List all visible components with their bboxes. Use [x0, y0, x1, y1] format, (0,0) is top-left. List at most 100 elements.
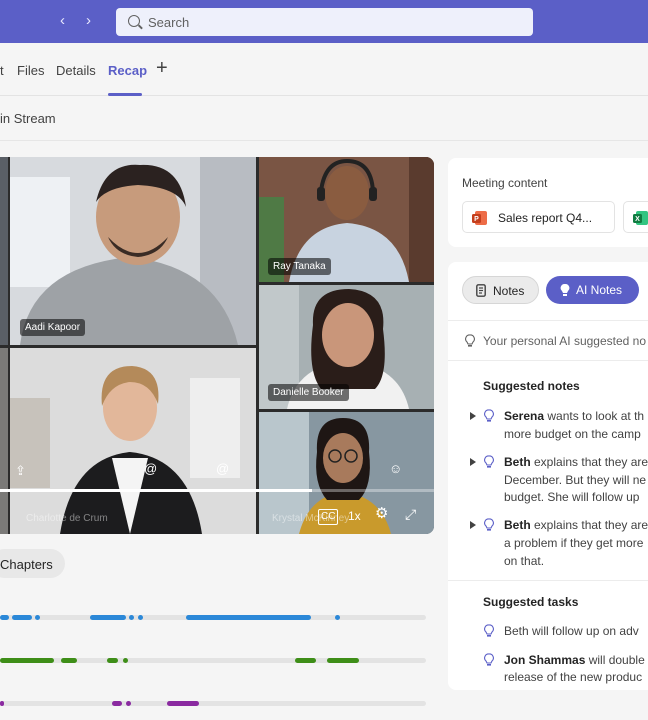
timeline-segment [61, 658, 77, 663]
divider [448, 320, 648, 321]
note-text: explains that they are [530, 455, 648, 469]
ai-notes-tab-label: AI Notes [576, 283, 623, 297]
tab-files[interactable]: Files [17, 63, 44, 78]
suggested-note-line: on that. [504, 554, 545, 568]
lightbulb-icon [484, 409, 494, 422]
playback-speed-button[interactable]: 1x [348, 509, 361, 523]
lightbulb-icon [484, 455, 494, 468]
timeline-segment [112, 701, 122, 706]
suggested-note-line: more budget on the camp [504, 427, 641, 441]
speaker-name: Beth [504, 455, 531, 469]
timeline-segment [0, 701, 4, 706]
suggested-note-line: December. But they will ne [504, 473, 647, 487]
mention-icon[interactable]: @ [144, 462, 157, 476]
lightbulb-icon [484, 518, 494, 531]
tab-details[interactable]: Details [56, 63, 96, 78]
timeline-segment [123, 658, 128, 663]
notes-tab-label: Notes [493, 284, 525, 298]
svg-text:X: X [635, 216, 640, 223]
timeline-segment [35, 615, 40, 620]
task-text: will double [585, 653, 645, 667]
expand-chevron-icon[interactable] [470, 521, 476, 529]
note-text: wants to look at th [544, 409, 645, 423]
timeline-segment [0, 658, 54, 663]
playback-progress-bar[interactable] [0, 489, 434, 492]
lightbulb-icon [560, 283, 570, 296]
timeline-segment [295, 658, 316, 663]
speaker-timeline-blue[interactable] [0, 615, 426, 620]
meeting-content-title: Meeting content [462, 176, 548, 190]
video-tile-left-top [0, 157, 8, 345]
speaker-name: Jon Shammas [504, 653, 586, 667]
suggested-tasks-title: Suggested tasks [483, 595, 579, 609]
suggested-note-line[interactable]: Beth explains that they are [504, 454, 648, 470]
tab-recap[interactable]: Recap [108, 63, 147, 78]
timeline-segment [129, 615, 134, 620]
suggested-task-line[interactable]: Jon Shammas will double [504, 652, 645, 668]
search-icon [128, 15, 140, 27]
playback-progress-fill [0, 489, 313, 492]
suggested-task-line[interactable]: Beth will follow up on adv [504, 623, 639, 639]
file-card-spreadsheet[interactable]: X [623, 201, 648, 233]
tab-bar: t Files Details Recap + [0, 43, 648, 96]
suggested-note-line: a problem if they get more [504, 536, 644, 550]
excel-file-icon: X [633, 211, 648, 225]
participant-name-label: Danielle Booker [268, 384, 349, 401]
timeline-segment [90, 615, 126, 620]
search-input[interactable]: Search [116, 8, 533, 36]
timeline-segment [126, 701, 131, 706]
speaker-timeline-purple[interactable] [0, 701, 426, 706]
timeline-segment [0, 615, 9, 620]
suggested-note-line: budget. She will follow up [504, 490, 640, 504]
file-name: Sales report Q4... [498, 211, 593, 225]
timeline-segment [327, 658, 359, 663]
open-in-stream-link[interactable]: in Stream [0, 111, 56, 126]
speaker-name: Beth [504, 518, 531, 532]
title-bar: ‹ › Search [0, 0, 648, 43]
notes-icon [476, 284, 486, 297]
powerpoint-file-icon: P [472, 211, 487, 225]
video-tile-charlotte [10, 348, 256, 534]
video-tile-aadi [10, 157, 256, 345]
settings-gear-icon[interactable]: ⚙ [375, 506, 388, 521]
suggested-note-line[interactable]: Beth explains that they are [504, 517, 648, 533]
ai-notes-tab[interactable]: AI Notes [546, 276, 639, 304]
timeline-segment [107, 658, 118, 663]
divider [448, 580, 648, 581]
timeline-segment [335, 615, 340, 620]
participant-charlotte-image [10, 348, 256, 534]
lightbulb-icon [484, 624, 494, 637]
participant-aadi-image [10, 157, 256, 345]
back-arrow-icon[interactable]: ‹ [60, 12, 65, 30]
divider [448, 360, 648, 361]
suggested-task-line: release of the new produc [504, 670, 643, 684]
divider [0, 140, 648, 141]
suggested-note-line[interactable]: Serena wants to look at th [504, 408, 644, 424]
ai-hint-text: Your personal AI suggested no [483, 334, 647, 348]
svg-text:P: P [474, 216, 479, 223]
speaker-timeline-green[interactable] [0, 658, 426, 663]
tab-chat[interactable]: t [0, 63, 4, 78]
forward-arrow-icon[interactable]: › [86, 12, 91, 30]
video-tile-left-bottom [0, 348, 8, 534]
search-placeholder: Search [148, 15, 190, 30]
participant-name-label: Charlotte de Crum [26, 513, 108, 524]
speaker-name: Serena [504, 409, 545, 423]
share-screen-icon[interactable]: ⇪ [15, 464, 26, 478]
participant-name-label: Aadi Kapoor [20, 319, 86, 336]
add-tab-icon[interactable]: + [156, 57, 168, 80]
notes-tab[interactable]: Notes [462, 276, 539, 304]
lightbulb-icon [465, 334, 475, 347]
expand-chevron-icon[interactable] [470, 412, 476, 420]
timeline-segment [12, 615, 32, 620]
mention-icon[interactable]: @ [216, 462, 229, 476]
lightbulb-icon [484, 653, 494, 666]
fullscreen-icon[interactable]: ⤢ [405, 507, 416, 521]
note-text: explains that they are [530, 518, 648, 532]
captions-button[interactable]: CC [318, 509, 339, 525]
expand-chevron-icon[interactable] [470, 458, 476, 466]
add-person-icon[interactable]: ☺ [389, 462, 402, 476]
recording-video-player[interactable]: Aadi Kapoor Ray Tanaka Danielle Booker C… [0, 157, 434, 534]
file-card-sales-report[interactable]: P Sales report Q4... [462, 201, 615, 233]
active-tab-indicator [108, 93, 142, 96]
